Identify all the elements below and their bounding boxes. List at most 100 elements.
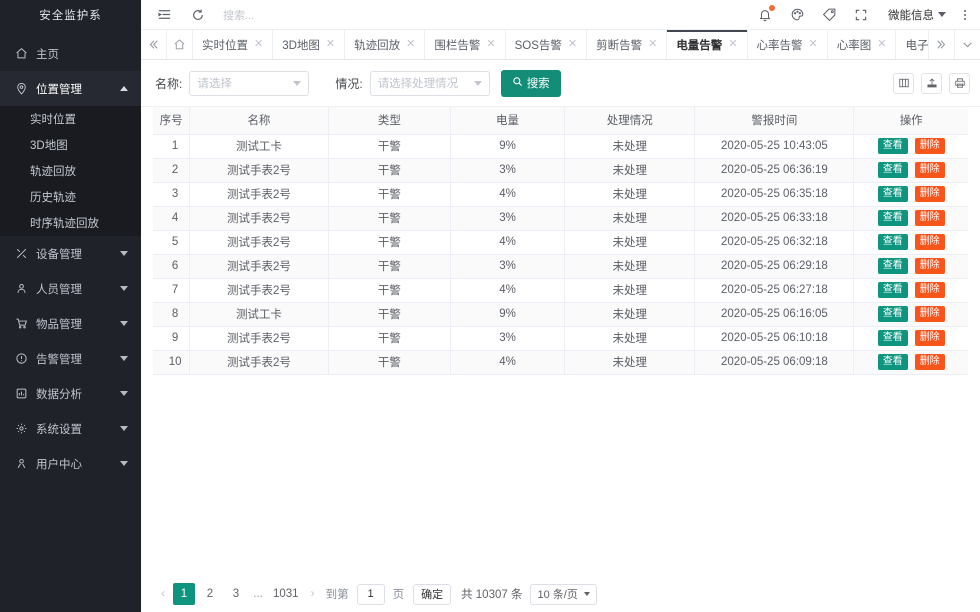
tab-fence-alarm[interactable]: 围栏告警 ✕ <box>425 30 505 59</box>
tab-close-icon[interactable]: ✕ <box>254 39 263 50</box>
person-icon <box>14 281 29 296</box>
tab-dropdown-chevron-down-icon[interactable] <box>954 30 980 59</box>
sidebar-item-location-management[interactable]: 位置管理 <box>0 71 141 106</box>
sidebar-subitem-timeline-track-playback[interactable]: 时序轨迹回放 <box>0 210 141 236</box>
delete-button[interactable]: 删除 <box>915 306 945 322</box>
status-select[interactable]: 请选择处理情况 <box>370 71 490 96</box>
table-row[interactable]: 3测试手表2号干警4%未处理2020-05-25 06:35:18查看删除 <box>153 182 968 206</box>
view-button[interactable]: 查看 <box>878 354 908 370</box>
view-button[interactable]: 查看 <box>878 234 908 250</box>
sidebar-subitem-track-playback[interactable]: 轨迹回放 <box>0 158 141 184</box>
delete-button[interactable]: 删除 <box>915 186 945 202</box>
tab-close-icon[interactable]: ✕ <box>486 39 495 50</box>
table-row[interactable]: 10测试手表2号干警4%未处理2020-05-25 06:09:18查看删除 <box>153 350 968 374</box>
view-button[interactable]: 查看 <box>878 138 908 154</box>
table-row[interactable]: 4测试手表2号干警3%未处理2020-05-25 06:33:18查看删除 <box>153 206 968 230</box>
pagination-last-page[interactable]: 1031 <box>269 583 303 605</box>
search-button[interactable]: 搜索 <box>501 70 561 97</box>
print-icon[interactable] <box>949 73 970 94</box>
user-menu[interactable]: 微能信息 <box>888 7 946 23</box>
tab-battery-alarm[interactable]: 电量告警 ✕ <box>667 30 747 59</box>
tab-track-playback[interactable]: 轨迹回放 ✕ <box>345 30 425 59</box>
table-row[interactable]: 6测试手表2号干警3%未处理2020-05-25 06:29:18查看删除 <box>153 254 968 278</box>
tab-realtime-location[interactable]: 实时位置 ✕ <box>193 30 273 59</box>
chevron-down-icon <box>584 592 590 596</box>
sidebar-item-goods-management[interactable]: 物品管理 <box>0 306 141 341</box>
page-size-select[interactable]: 10 条/页 <box>530 584 596 605</box>
table-row[interactable]: 7测试手表2号干警4%未处理2020-05-25 06:27:18查看删除 <box>153 278 968 302</box>
name-select[interactable]: 请选择 <box>189 71 309 96</box>
sidebar-subitem-history-track[interactable]: 历史轨迹 <box>0 184 141 210</box>
tab-label: 围栏告警 <box>434 37 480 53</box>
table-row[interactable]: 2测试手表2号干警3%未处理2020-05-25 06:36:19查看删除 <box>153 158 968 182</box>
tab-home-icon[interactable] <box>167 30 193 59</box>
delete-button[interactable]: 删除 <box>915 162 945 178</box>
sidebar-item-alarm-management[interactable]: 告警管理 <box>0 341 141 376</box>
view-button[interactable]: 查看 <box>878 186 908 202</box>
sidebar-item-device-management[interactable]: 设备管理 <box>0 236 141 271</box>
delete-button[interactable]: 删除 <box>915 282 945 298</box>
table-row[interactable]: 9测试手表2号干警3%未处理2020-05-25 06:10:18查看删除 <box>153 326 968 350</box>
tab-heartrate-alarm[interactable]: 心率告警 ✕ <box>748 30 828 59</box>
double-chevron-right-icon[interactable] <box>928 30 954 59</box>
delete-button[interactable]: 删除 <box>915 210 945 226</box>
delete-button[interactable]: 删除 <box>915 138 945 154</box>
sidebar-subitem-3d-map[interactable]: 3D地图 <box>0 132 141 158</box>
pagination-ellipsis[interactable]: ... <box>249 588 267 600</box>
tab-close-icon[interactable]: ✕ <box>568 39 577 50</box>
more-vertical-icon[interactable] <box>960 10 970 20</box>
export-icon[interactable] <box>921 73 942 94</box>
double-chevron-left-icon[interactable] <box>141 30 167 59</box>
delete-button[interactable]: 删除 <box>915 330 945 346</box>
columns-icon[interactable] <box>893 73 914 94</box>
tab-cut-alarm[interactable]: 剪断告警 ✕ <box>587 30 667 59</box>
tab-3d-map[interactable]: 3D地图 ✕ <box>273 30 345 59</box>
sidebar-item-personnel-management[interactable]: 人员管理 <box>0 271 141 306</box>
tab-close-icon[interactable]: ✕ <box>406 39 415 50</box>
tab-close-icon[interactable]: ✕ <box>809 39 818 50</box>
table-row[interactable]: 8测试工卡干警9%未处理2020-05-25 06:16:05查看删除 <box>153 302 968 326</box>
table-row[interactable]: 5测试手表2号干警4%未处理2020-05-25 06:32:18查看删除 <box>153 230 968 254</box>
palette-icon[interactable] <box>788 6 806 24</box>
tab-close-icon[interactable]: ✕ <box>326 39 335 50</box>
sidebar-subitem-realtime-location[interactable]: 实时位置 <box>0 106 141 132</box>
chevron-down-icon <box>293 81 301 86</box>
tab-heartrate-chart[interactable]: 心率图 ✕ <box>828 30 897 59</box>
delete-button[interactable]: 删除 <box>915 234 945 250</box>
delete-button[interactable]: 删除 <box>915 354 945 370</box>
tab-close-icon[interactable]: ✕ <box>648 39 657 50</box>
pagination-prev-button[interactable]: ‹ <box>155 583 171 605</box>
sidebar-item-label: 位置管理 <box>36 81 120 97</box>
tab-sos-alarm[interactable]: SOS告警 ✕ <box>506 30 588 59</box>
chevron-down-icon <box>120 321 128 326</box>
pagination-page-3[interactable]: 3 <box>225 583 247 605</box>
sidebar-item-home[interactable]: 主页 <box>0 36 141 71</box>
view-button[interactable]: 查看 <box>878 162 908 178</box>
tab-electronic-rollcall-chart[interactable]: 电子点名统计图 ✕ <box>896 30 928 59</box>
sidebar-item-system-settings[interactable]: 系统设置 <box>0 411 141 446</box>
bell-icon[interactable] <box>756 6 774 24</box>
view-button[interactable]: 查看 <box>878 282 908 298</box>
sidebar-item-user-center[interactable]: 用户中心 <box>0 446 141 481</box>
pagination-confirm-button[interactable]: 确定 <box>413 584 451 605</box>
row-action-group: 查看删除 <box>854 330 968 346</box>
fullscreen-icon[interactable] <box>852 6 870 24</box>
tag-icon[interactable] <box>820 6 838 24</box>
view-button[interactable]: 查看 <box>878 258 908 274</box>
pagination-page-1[interactable]: 1 <box>173 583 195 605</box>
pagination-next-button[interactable]: › <box>305 583 321 605</box>
pagination-jump-input[interactable] <box>357 584 385 605</box>
view-button[interactable]: 查看 <box>878 306 908 322</box>
sidebar-item-data-analysis[interactable]: 数据分析 <box>0 376 141 411</box>
global-search-input[interactable]: 搜索... <box>223 7 756 23</box>
view-button[interactable]: 查看 <box>878 330 908 346</box>
view-button[interactable]: 查看 <box>878 210 908 226</box>
pagination-page-2[interactable]: 2 <box>199 583 221 605</box>
tab-close-icon[interactable]: ✕ <box>877 39 886 50</box>
table-row[interactable]: 1测试工卡干警9%未处理2020-05-25 10:43:05查看删除 <box>153 134 968 158</box>
cell-name: 测试手表2号 <box>190 182 329 206</box>
hamburger-menu-icon[interactable] <box>153 4 175 26</box>
delete-button[interactable]: 删除 <box>915 258 945 274</box>
tab-close-icon[interactable]: ✕ <box>728 39 737 50</box>
refresh-icon[interactable] <box>187 4 209 26</box>
